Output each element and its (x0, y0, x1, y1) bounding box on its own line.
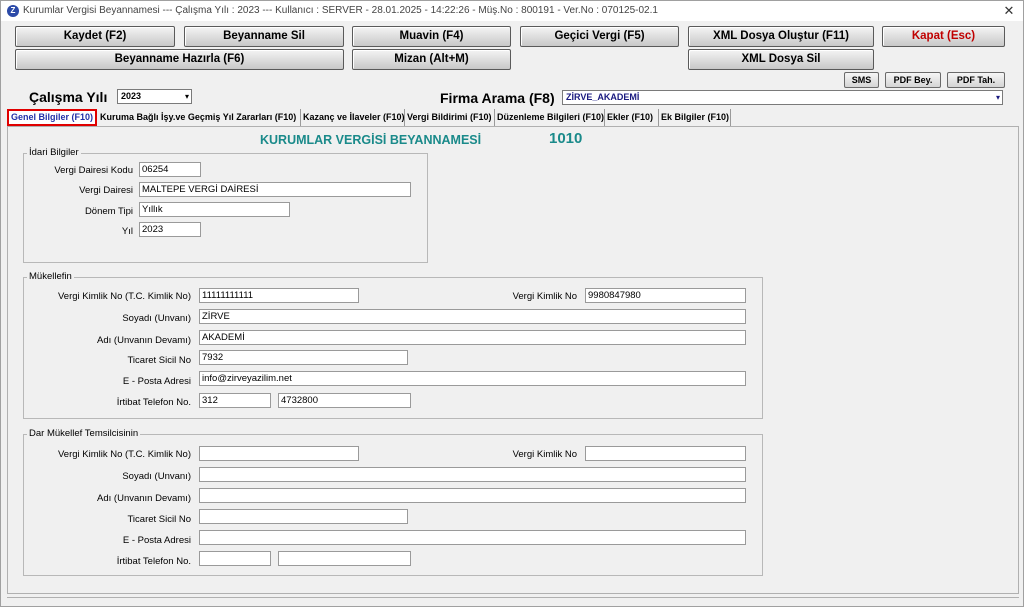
app-window: Z Kurumlar Vergisi Beyannamesi --- Çalış… (0, 0, 1024, 607)
mukellef-ticaret-field[interactable]: 7932 (199, 350, 408, 365)
firma-arama-select[interactable]: ZİRVE_AKADEMİ ▾ (562, 90, 1003, 105)
status-divider (7, 597, 1019, 598)
gecici-vergi-button[interactable]: Geçici Vergi (F5) (520, 26, 679, 47)
calisma-yili-value: 2023 (121, 91, 142, 101)
xml-dosya-sil-button[interactable]: XML Dosya Sil (688, 49, 874, 70)
idari-bilgiler-title: İdari Bilgiler (27, 147, 81, 158)
mukellef-adi-label: Adı (Unvanın Devamı) (97, 335, 191, 346)
app-logo-icon: Z (7, 5, 19, 17)
yil-field[interactable]: 2023 (139, 222, 201, 237)
tab-ek-bilgiler[interactable]: Ek Bilgiler (F10) (659, 109, 731, 126)
mukellef-telefon-label: İrtibat Telefon No. (116, 397, 191, 408)
tab-kazanc-ilaveler[interactable]: Kazanç ve İlaveler (F10) (301, 109, 405, 126)
mukellef-tckn-field[interactable]: 11111111111 (199, 288, 359, 303)
temsilci-soyadi-field[interactable] (199, 467, 746, 482)
mukellef-tel-kod-field[interactable]: 312 (199, 393, 271, 408)
temsilci-tel-kod-field[interactable] (199, 551, 271, 566)
temsilci-telefon-label: İrtibat Telefon No. (116, 556, 191, 567)
temsilci-ticaret-field[interactable] (199, 509, 408, 524)
vergi-dairesi-field[interactable]: MALTEPE VERGİ DAİRESİ (139, 182, 411, 197)
temsilci-soyadi-label: Soyadı (Unvanı) (122, 471, 191, 482)
temsilci-adi-field[interactable] (199, 488, 746, 503)
mukellef-eposta-field[interactable]: info@zirveyazilim.net (199, 371, 746, 386)
window-title: Kurumlar Vergisi Beyannamesi --- Çalışma… (23, 5, 658, 16)
form-title: KURUMLAR VERGİSİ BEYANNAMESİ (260, 133, 482, 147)
xml-dosya-olustur-button[interactable]: XML Dosya Oluştur (F11) (688, 26, 874, 47)
temsilci-title: Dar Mükellef Temsilcisinin (27, 428, 141, 439)
temsilci-vkn-label: Vergi Kimlik No (512, 449, 577, 460)
mukellef-ticaret-label: Ticaret Sicil No (127, 355, 191, 366)
vergi-dairesi-label: Vergi Dairesi (79, 185, 133, 196)
tab-kuruma-bagli[interactable]: Kuruma Bağlı İşy.ve Geçmiş Yıl Zararları… (98, 109, 301, 126)
mukellef-adi-field[interactable]: AKADEMİ (199, 330, 746, 345)
donem-tipi-label: Dönem Tipi (84, 206, 133, 217)
tab-ekler[interactable]: Ekler (F10) (605, 109, 659, 126)
temsilci-eposta-label: E - Posta Adresi (122, 535, 191, 546)
tab-vergi-bildirimi[interactable]: Vergi Bildirimi (F10) (405, 109, 495, 126)
tab-genel-bilgiler[interactable]: Genel Bilgiler (F10) (7, 109, 97, 126)
mizan-button[interactable]: Mizan (Alt+M) (352, 49, 511, 70)
mukellef-tckn-label: Vergi Kimlik No (T.C. Kimlik No) (57, 291, 191, 302)
chevron-down-icon[interactable]: ▾ (996, 91, 1000, 104)
form-code: 1010 (549, 130, 583, 147)
pdf-bey-button[interactable]: PDF Bey. (885, 72, 941, 88)
temsilci-tel-no-field[interactable] (278, 551, 411, 566)
mukellef-vkn-field[interactable]: 9980847980 (585, 288, 746, 303)
muavin-button[interactable]: Muavin (F4) (352, 26, 511, 47)
mukellef-soyadi-label: Soyadı (Unvanı) (122, 313, 191, 324)
temsilci-eposta-field[interactable] (199, 530, 746, 545)
calisma-yili-label: Çalışma Yılı (29, 89, 108, 105)
firma-arama-label: Firma Arama (F8) (440, 90, 555, 106)
mukellef-soyadi-field[interactable]: ZİRVE (199, 309, 746, 324)
mukellef-eposta-label: E - Posta Adresi (122, 376, 191, 387)
yil-label: Yıl (121, 226, 133, 237)
tab-duzenleme-bilgileri[interactable]: Düzenleme Bilgileri (F10) (495, 109, 605, 126)
chevron-down-icon[interactable]: ▾ (185, 90, 189, 103)
beyanname-sil-button[interactable]: Beyanname Sil (184, 26, 344, 47)
vergi-dairesi-kodu-label: Vergi Dairesi Kodu (54, 165, 133, 176)
kapat-button[interactable]: Kapat (Esc) (882, 26, 1005, 47)
temsilci-vkn-field[interactable] (585, 446, 746, 461)
beyanname-hazirla-button[interactable]: Beyanname Hazırla (F6) (15, 49, 344, 70)
mukellef-vkn-label: Vergi Kimlik No (512, 291, 577, 302)
temsilci-ticaret-label: Ticaret Sicil No (127, 514, 191, 525)
calisma-yili-select[interactable]: 2023 ▾ (117, 89, 192, 104)
mukellef-title: Mükellefin (27, 271, 74, 282)
vergi-dairesi-kodu-field[interactable]: 06254 (139, 162, 201, 177)
kaydet-button[interactable]: Kaydet (F2) (15, 26, 175, 47)
sms-button[interactable]: SMS (844, 72, 879, 88)
mukellef-tel-no-field[interactable]: 4732800 (278, 393, 411, 408)
donem-tipi-field[interactable]: Yıllık (139, 202, 290, 217)
window-close-icon[interactable]: ✕ (1001, 3, 1017, 19)
tab-bar: Genel Bilgiler (F10) Kuruma Bağlı İşy.ve… (7, 109, 1019, 126)
title-bar: Z Kurumlar Vergisi Beyannamesi --- Çalış… (1, 1, 1023, 21)
temsilci-adi-label: Adı (Unvanın Devamı) (97, 493, 191, 504)
firma-value: ZİRVE_AKADEMİ (566, 92, 640, 102)
temsilci-tckn-label: Vergi Kimlik No (T.C. Kimlik No) (57, 449, 191, 460)
temsilci-tckn-field[interactable] (199, 446, 359, 461)
pdf-tah-button[interactable]: PDF Tah. (947, 72, 1005, 88)
